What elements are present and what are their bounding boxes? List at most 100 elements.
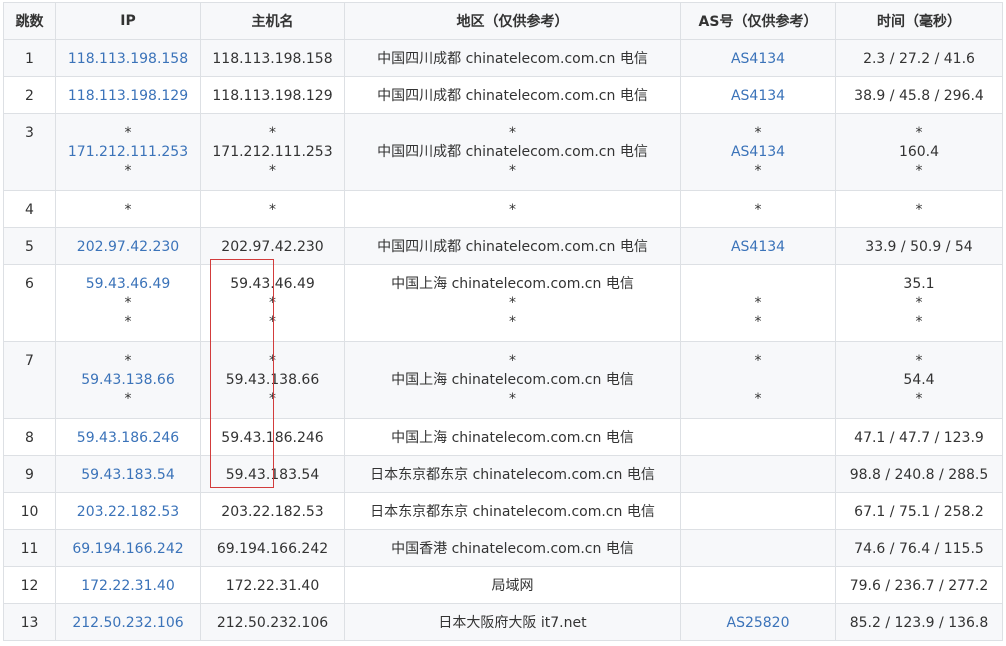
asn-value[interactable]: AS4134 (681, 143, 835, 162)
region-cell: 日本东京都东京 chinatelecom.com.cn 电信 (344, 492, 681, 530)
time-value: 47.1 / 47.7 / 123.9 (854, 430, 984, 446)
table-row: 1 118.113.198.158 118.113.198.158 中国四川成都 ch… (3, 39, 1003, 77)
region-cell: 日本大阪府大阪 it7.net (344, 603, 681, 641)
time-cell: 33.9 / 50.9 / 54 (835, 227, 1003, 265)
region-value: * (509, 314, 516, 330)
hop-cell: 3 (3, 113, 56, 191)
hop-number: 1 (25, 51, 34, 67)
host-value: * (269, 125, 276, 141)
hop-number: 11 (20, 541, 39, 557)
ip-cell: 118.113.198.129 (55, 76, 201, 114)
hop-cell: 9 (3, 455, 56, 493)
time-value: 35.1 (903, 276, 935, 292)
ip-value: * (124, 353, 132, 369)
ip-value: * (124, 314, 132, 330)
region-value: * (509, 391, 516, 407)
asn-value[interactable]: AS4134 (681, 87, 835, 106)
ip-value[interactable]: 59.43.46.49 (56, 275, 200, 294)
time-cell: 79.6 / 236.7 / 277.2 (835, 566, 1003, 604)
region-value: 中国四川成都 chinatelecom.com.cn 电信 (377, 51, 648, 67)
time-cell: 2.3 / 27.2 / 41.6 (835, 39, 1003, 77)
region-value: 日本东京都东京 chinatelecom.com.cn 电信 (370, 504, 655, 520)
hop-number: 13 (20, 615, 39, 631)
ip-cell: 59.43.46.49 * * (55, 264, 201, 342)
time-cell: 67.1 / 75.1 / 258.2 (835, 492, 1003, 530)
hostname-cell: 59.43.183.54 (200, 455, 345, 493)
asn-value[interactable]: AS4134 (681, 50, 835, 69)
time-value: * (915, 295, 923, 311)
asn-value (681, 275, 835, 294)
time-value: 33.9 / 50.9 / 54 (865, 239, 973, 255)
time-value: 2.3 / 27.2 / 41.6 (863, 51, 975, 67)
asn-cell (680, 492, 836, 530)
asn-value: * (754, 353, 762, 369)
ip-value: * (124, 163, 132, 179)
region-cell: * 中国上海 chinatelecom.com.cn 电信 * (344, 341, 681, 419)
hop-number: 9 (25, 467, 34, 483)
ip-value[interactable]: 212.50.232.106 (56, 614, 200, 633)
asn-cell: * * (680, 341, 836, 419)
time-value: * (915, 391, 923, 407)
asn-value (681, 577, 835, 596)
time-value: 74.6 / 76.4 / 115.5 (854, 541, 984, 557)
hop-cell: 11 (3, 529, 56, 567)
table-header-row: 跳数 IP 主机名 地区（仅供参考） AS号（仅供参考） 时间（毫秒） (3, 2, 1003, 40)
asn-value: * (754, 163, 762, 179)
host-value: 171.212.111.253 (212, 144, 333, 160)
hop-number: 5 (25, 239, 34, 255)
ip-value[interactable]: 202.97.42.230 (56, 238, 200, 257)
table-row: 13 212.50.232.106 212.50.232.106 日本大阪府大阪 it… (3, 603, 1003, 641)
ip-value[interactable]: 118.113.198.129 (56, 87, 200, 106)
host-value: 118.113.198.129 (212, 88, 333, 104)
asn-cell: AS4134 (680, 227, 836, 265)
asn-value (681, 371, 835, 390)
hostname-cell: 69.194.166.242 (200, 529, 345, 567)
header-region: 地区（仅供参考） (344, 2, 681, 40)
region-value: * (509, 202, 516, 218)
table-body: 1 118.113.198.158 118.113.198.158 中国四川成都 ch… (3, 39, 1003, 641)
ip-value[interactable]: 171.212.111.253 (56, 143, 200, 162)
host-value: * (269, 163, 276, 179)
ip-value[interactable]: 59.43.138.66 (56, 371, 200, 390)
time-value: 54.4 (903, 372, 935, 388)
region-cell: * 中国四川成都 chinatelecom.com.cn 电信 * (344, 113, 681, 191)
asn-value (681, 540, 835, 559)
hop-number: 6 (25, 276, 34, 292)
asn-cell: * AS4134 * (680, 113, 836, 191)
time-cell: 85.2 / 123.9 / 136.8 (835, 603, 1003, 641)
region-cell: 中国四川成都 chinatelecom.com.cn 电信 (344, 227, 681, 265)
region-value: 中国上海 chinatelecom.com.cn 电信 (391, 276, 634, 292)
time-cell: 38.9 / 45.8 / 296.4 (835, 76, 1003, 114)
asn-value[interactable]: AS25820 (681, 614, 835, 633)
time-cell: 35.1 * * (835, 264, 1003, 342)
ip-value[interactable]: 203.22.182.53 (56, 503, 200, 522)
ip-cell: 69.194.166.242 (55, 529, 201, 567)
host-value: 172.22.31.40 (225, 578, 320, 594)
host-value: * (269, 314, 276, 330)
ip-value[interactable]: 59.43.183.54 (56, 466, 200, 485)
ip-cell: * 59.43.138.66 * (55, 341, 201, 419)
table-row: 11 69.194.166.242 69.194.166.242 中国香港 china… (3, 529, 1003, 567)
time-cell: 98.8 / 240.8 / 288.5 (835, 455, 1003, 493)
hostname-cell: 212.50.232.106 (200, 603, 345, 641)
hop-number: 2 (25, 88, 34, 104)
host-value: * (269, 295, 276, 311)
hop-cell: 10 (3, 492, 56, 530)
asn-cell (680, 455, 836, 493)
table-row: 12 172.22.31.40 172.22.31.40 局域网 79.6 / 236… (3, 566, 1003, 604)
ip-value[interactable]: 69.194.166.242 (56, 540, 200, 559)
region-cell: 中国上海 chinatelecom.com.cn 电信 * * (344, 264, 681, 342)
time-cell: 47.1 / 47.7 / 123.9 (835, 418, 1003, 456)
time-cell: 74.6 / 76.4 / 115.5 (835, 529, 1003, 567)
asn-value[interactable]: AS4134 (681, 238, 835, 257)
header-asn: AS号（仅供参考） (680, 2, 836, 40)
ip-value[interactable]: 118.113.198.158 (56, 50, 200, 69)
hop-cell: 1 (3, 39, 56, 77)
time-value: 98.8 / 240.8 / 288.5 (849, 467, 989, 483)
table-row: 7 * 59.43.138.66 * * 59.43.138.66 * * 中国上海 china… (3, 341, 1003, 419)
ip-value[interactable]: 172.22.31.40 (56, 577, 200, 596)
ip-value[interactable]: 59.43.186.246 (56, 429, 200, 448)
ip-value: * (124, 202, 132, 218)
asn-value: * (754, 295, 762, 311)
hostname-cell: 203.22.182.53 (200, 492, 345, 530)
